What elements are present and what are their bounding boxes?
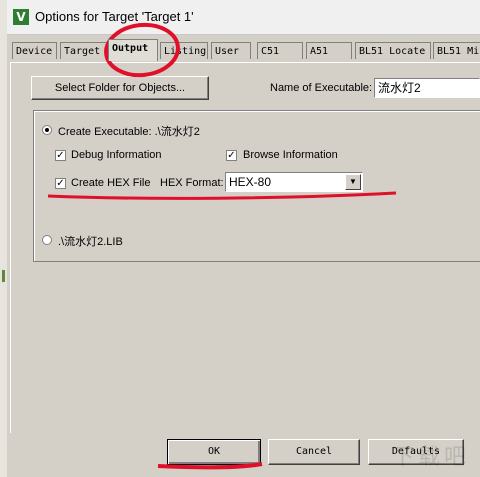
tab-c51[interactable]: C51 xyxy=(257,42,303,59)
executable-name-input[interactable]: 流水灯2 xyxy=(374,78,480,98)
tab-device[interactable]: Device xyxy=(12,42,57,59)
cancel-button[interactable]: Cancel xyxy=(268,439,360,465)
hex-format-label: HEX Format: xyxy=(160,177,224,189)
name-of-executable-label: Name of Executable: xyxy=(270,82,373,94)
chevron-down-icon[interactable]: ▼ xyxy=(345,174,361,190)
browse-info-checkbox[interactable]: ✓ xyxy=(226,150,237,161)
debug-info-checkbox[interactable]: ✓ xyxy=(55,150,66,161)
ok-button[interactable]: OK xyxy=(167,439,261,465)
create-hex-checkbox[interactable]: ✓ xyxy=(55,178,66,189)
hex-format-select[interactable]: HEX-80 ▼ xyxy=(225,172,363,192)
watermark: 下载吧 xyxy=(391,445,470,470)
tab-output[interactable]: Output xyxy=(108,39,158,61)
create-executable-radio[interactable] xyxy=(42,125,52,135)
tab-listing[interactable]: Listing xyxy=(160,42,208,59)
create-executable-label: Create Executable: .\流水灯2 xyxy=(58,126,200,138)
tab-user[interactable]: User xyxy=(211,42,251,59)
window-title: Options for Target 'Target 1' xyxy=(35,9,194,24)
create-library-radio[interactable] xyxy=(42,235,52,245)
create-hex-label: Create HEX File xyxy=(71,177,151,189)
tab-bl51-misc[interactable]: BL51 Mi xyxy=(433,42,480,59)
create-library-label: .\流水灯2.LIB xyxy=(58,236,123,248)
tab-target[interactable]: Target xyxy=(60,42,108,59)
select-folder-button[interactable]: Select Folder for Objects... xyxy=(31,76,209,100)
debug-info-label: Debug Information xyxy=(71,149,162,161)
tab-strip: Device Target Output Listing User C51 A5… xyxy=(12,39,480,62)
title-bar[interactable]: V Options for Target 'Target 1' xyxy=(7,0,480,35)
tab-a51[interactable]: A51 xyxy=(306,42,352,59)
uvision-app-icon: V xyxy=(13,9,29,25)
background-window-edge xyxy=(0,0,7,477)
tab-bl51-locate[interactable]: BL51 Locate xyxy=(355,42,431,59)
browse-info-label: Browse Information xyxy=(243,149,338,161)
hex-format-value: HEX-80 xyxy=(229,175,272,189)
